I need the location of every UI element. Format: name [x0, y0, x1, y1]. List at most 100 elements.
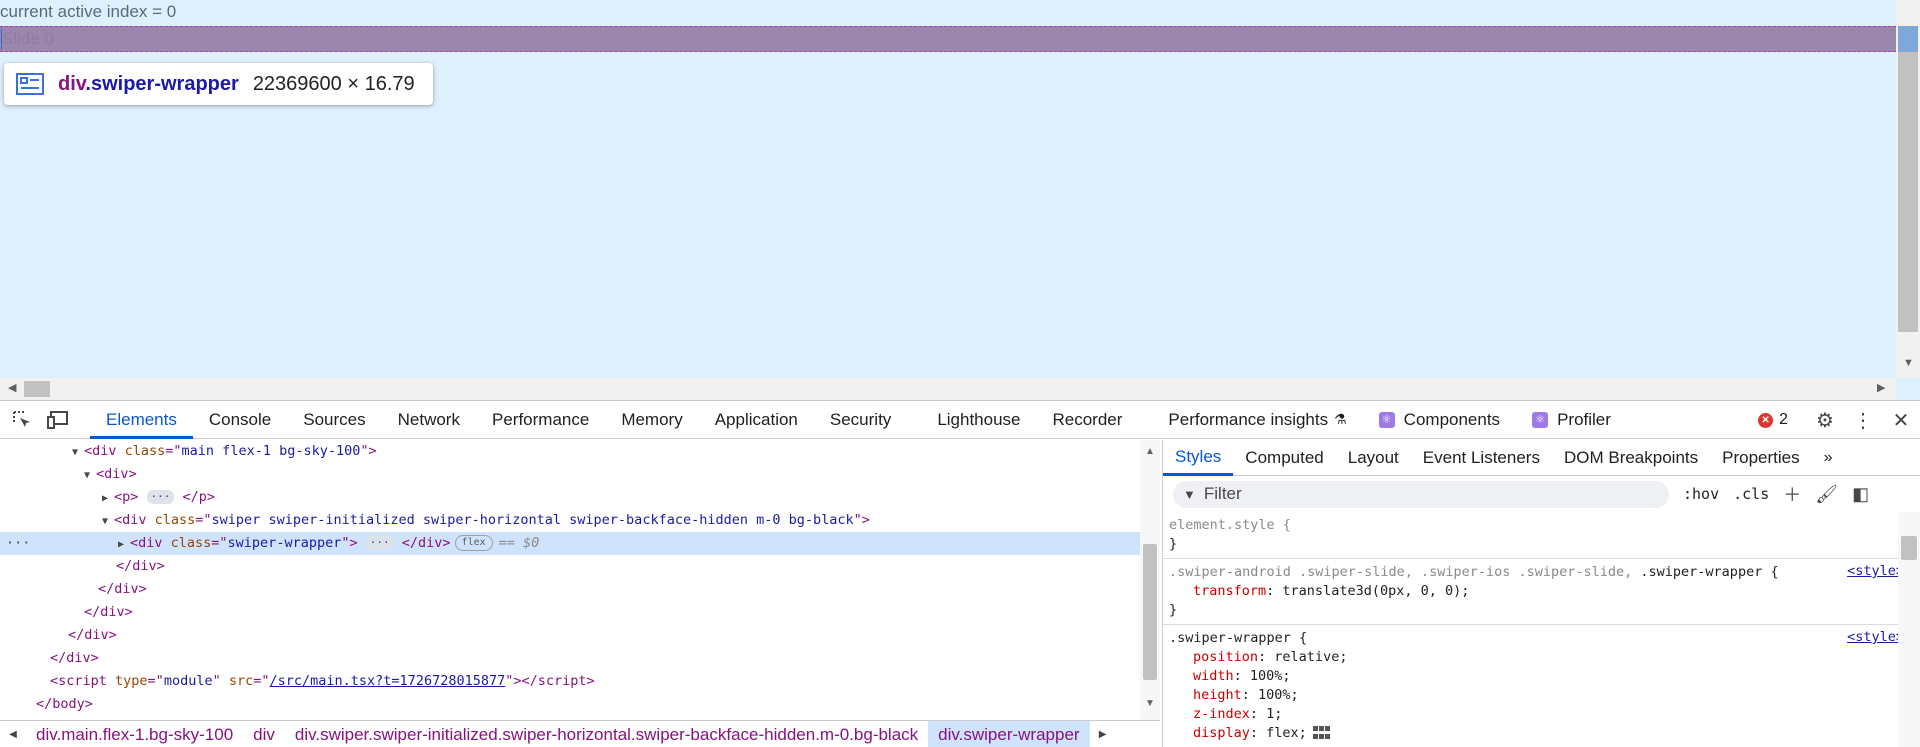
- rule-property[interactable]: height: 100%;: [1169, 686, 1920, 705]
- tab-profiler-label: Profiler: [1557, 410, 1611, 430]
- devtools-panel: Elements Console Sources Network Perform…: [0, 400, 1920, 746]
- flexbox-editor-icon[interactable]: [1313, 726, 1331, 740]
- slide-label[interactable]: Slide 0: [2, 29, 54, 49]
- tab-lighthouse[interactable]: Lighthouse: [921, 401, 1036, 439]
- scroll-up-arrow-icon[interactable]: ▲: [1145, 447, 1155, 457]
- styles-scroll-thumb[interactable]: [1901, 536, 1917, 560]
- styles-tab-bar: Styles Computed Layout Event Listeners D…: [1163, 440, 1920, 476]
- tab-performance-insights[interactable]: Performance insights ⚗: [1152, 401, 1362, 439]
- tab-properties[interactable]: Properties: [1710, 440, 1811, 476]
- toggle-sidebar-icon[interactable]: ◧: [1852, 484, 1869, 505]
- error-counter[interactable]: ✕ 2: [1758, 411, 1788, 429]
- rule-selector[interactable]: .swiper-android .swiper-slide, .swiper-i…: [1169, 563, 1920, 582]
- tab-sources[interactable]: Sources: [287, 401, 381, 439]
- styles-filter-input[interactable]: ▼ Filter: [1173, 481, 1669, 508]
- rule-selector[interactable]: element.style {: [1169, 516, 1920, 535]
- tab-console[interactable]: Console: [193, 401, 287, 439]
- flask-icon: ⚗: [1334, 411, 1347, 428]
- tab-event-listeners[interactable]: Event Listeners: [1411, 440, 1552, 476]
- device-toolbar-icon[interactable]: [40, 401, 76, 439]
- active-index-text: current active index = 0: [0, 2, 176, 22]
- tab-network[interactable]: Network: [382, 401, 476, 439]
- close-icon[interactable]: ✕: [1882, 408, 1920, 433]
- class-toggle[interactable]: .cls: [1733, 485, 1769, 503]
- tab-elements[interactable]: Elements: [90, 401, 193, 439]
- tree-node-div[interactable]: ▼<div>: [0, 463, 1140, 486]
- rule-source-link[interactable]: <style>: [1847, 629, 1904, 645]
- tree-close-div[interactable]: </div>: [0, 624, 1140, 647]
- tab-recorder[interactable]: Recorder: [1037, 401, 1153, 439]
- tree-node-swiper[interactable]: ▼<div class="swiper swiper-initialized s…: [0, 509, 1140, 532]
- swiper-wrapper-highlight[interactable]: [0, 26, 1896, 52]
- filter-icon: ▼: [1183, 487, 1196, 502]
- tab-application[interactable]: Application: [699, 401, 814, 439]
- tree-close-div[interactable]: </div>: [0, 647, 1140, 670]
- expand-triangle-icon[interactable]: ▼: [84, 464, 96, 487]
- hover-state-toggle[interactable]: :hov: [1683, 485, 1719, 503]
- breadcrumb-item[interactable]: div: [243, 721, 285, 747]
- inspect-tooltip: div.swiper-wrapper 22369600 × 16.79: [4, 63, 433, 105]
- tab-components[interactable]: ⚛ Components: [1363, 401, 1516, 439]
- viewport-scroll-thumb-highlight: [1898, 26, 1918, 52]
- tab-performance-insights-label: Performance insights: [1168, 410, 1328, 430]
- inspect-element-icon[interactable]: [4, 401, 40, 439]
- viewport-vertical-scroll-thumb[interactable]: [1898, 26, 1918, 332]
- tab-dom-breakpoints[interactable]: DOM Breakpoints: [1552, 440, 1710, 476]
- rule-property[interactable]: position: relative;: [1169, 648, 1920, 667]
- collapse-triangle-icon[interactable]: ▶: [102, 487, 114, 510]
- devtools-right-controls: ✕ 2 ⚙ ⋮ ✕: [1758, 401, 1920, 439]
- scroll-right-arrow-icon[interactable]: ▶: [1877, 383, 1885, 394]
- flex-badge[interactable]: flex: [455, 535, 493, 551]
- viewport-horizontal-scroll-thumb[interactable]: [24, 381, 50, 397]
- breadcrumb-item-active[interactable]: div.swiper-wrapper: [928, 721, 1089, 747]
- tree-node-main[interactable]: ▼<div class="main flex-1 bg-sky-100">: [0, 440, 1140, 463]
- dollar-zero-label: == $0: [499, 535, 540, 551]
- tab-components-label: Components: [1404, 410, 1500, 430]
- rule-source-link[interactable]: <style>: [1847, 563, 1904, 579]
- tab-styles[interactable]: Styles: [1163, 440, 1233, 476]
- tab-performance[interactable]: Performance: [476, 401, 605, 439]
- rule-property[interactable]: z-index: 1;: [1169, 705, 1920, 724]
- paint-brush-icon[interactable]: 🖌: [1815, 484, 1838, 505]
- add-rule-icon[interactable]: ＋: [1783, 481, 1801, 507]
- scroll-down-arrow-icon[interactable]: ▼: [1145, 699, 1155, 709]
- breadcrumb-item[interactable]: div.swiper.swiper-initialized.swiper-hor…: [285, 721, 928, 747]
- breadcrumb-left-arrow-icon[interactable]: ◀: [0, 729, 26, 740]
- elements-scroll-thumb[interactable]: [1143, 544, 1157, 680]
- more-options-icon[interactable]: ⋮: [1844, 408, 1882, 433]
- tree-close-div[interactable]: </div>: [0, 555, 1140, 578]
- breadcrumb-right-arrow-icon[interactable]: ▶: [1090, 729, 1116, 740]
- expand-triangle-icon[interactable]: ▼: [72, 441, 84, 464]
- more-actions-icon[interactable]: ···: [6, 532, 30, 555]
- more-tabs-icon[interactable]: »: [1812, 440, 1845, 476]
- breadcrumb-item[interactable]: div.main.flex-1.bg-sky-100: [26, 721, 243, 747]
- tab-computed[interactable]: Computed: [1233, 440, 1335, 476]
- tree-close-div[interactable]: </div>: [0, 601, 1140, 624]
- error-icon: ✕: [1758, 413, 1773, 428]
- tree-node-p[interactable]: ▶<p> ··· </p>: [0, 486, 1140, 509]
- filter-placeholder: Filter: [1204, 484, 1242, 504]
- tab-profiler[interactable]: ⚛ Profiler: [1516, 401, 1627, 439]
- rule-property[interactable]: width: 100%;: [1169, 667, 1920, 686]
- scroll-left-arrow-icon[interactable]: ◀: [8, 383, 16, 394]
- tab-layout[interactable]: Layout: [1336, 440, 1411, 476]
- viewport-horizontal-scrollbar[interactable]: [0, 378, 1896, 400]
- ellipsis-button[interactable]: ···: [147, 490, 175, 504]
- tab-memory[interactable]: Memory: [605, 401, 698, 439]
- ellipsis-button[interactable]: ···: [366, 536, 394, 550]
- rule-property[interactable]: display: flex;: [1169, 724, 1920, 743]
- scroll-down-arrow-icon[interactable]: ▼: [1903, 358, 1914, 369]
- tree-close-body[interactable]: </body>: [0, 693, 1140, 716]
- tree-node-swiper-wrapper[interactable]: ··· ▶<div class="swiper-wrapper"> ··· </…: [0, 532, 1140, 555]
- rule-selector[interactable]: .swiper-wrapper {: [1169, 629, 1920, 648]
- expand-triangle-icon[interactable]: ▼: [102, 510, 114, 533]
- breadcrumb: ◀ div.main.flex-1.bg-sky-100 div div.swi…: [0, 720, 1160, 747]
- script-src-link[interactable]: /src/main.tsx?t=1726728015877: [270, 673, 506, 689]
- tree-node-script[interactable]: <script type="module" src="/src/main.tsx…: [0, 670, 1140, 693]
- tab-security[interactable]: Security: [814, 401, 921, 439]
- styles-pane: Styles Computed Layout Event Listeners D…: [1162, 440, 1920, 747]
- settings-gear-icon[interactable]: ⚙: [1806, 408, 1844, 433]
- collapse-triangle-icon[interactable]: ▶: [118, 533, 130, 556]
- rule-property[interactable]: transform: translate3d(0px, 0, 0);: [1169, 582, 1920, 601]
- tree-close-div[interactable]: </div>: [0, 578, 1140, 601]
